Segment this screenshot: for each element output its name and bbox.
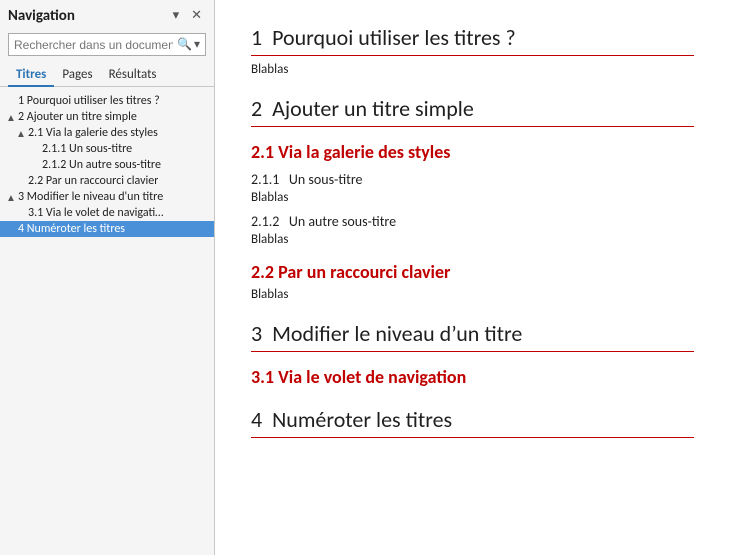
nav-dropdown-icon[interactable]: ▾ <box>169 6 184 25</box>
label-h3-211: 2.1.1 Un sous-titre <box>42 142 132 156</box>
doc-heading-2-1-1: 2.1.1 Un sous-titre <box>251 171 694 188</box>
toggle-h1-3: ▲ <box>4 191 18 204</box>
nav-header-icons: ▾ ✕ <box>169 6 206 25</box>
search-dropdown-icon: ▾ <box>194 37 200 52</box>
search-icon-area[interactable]: 🔍 ▾ <box>177 37 200 52</box>
doc-heading-2-2: 2.2 Par un raccourci clavier <box>251 261 694 283</box>
doc-heading-4: 4 Numéroter les titres <box>251 406 694 438</box>
doc-body-211: Blablas <box>251 190 694 205</box>
tree-item-h3-211[interactable]: 2.1.1 Un sous-titre <box>0 141 214 157</box>
label-h3-212: 2.1.2 Un autre sous-titre <box>42 158 161 172</box>
nav-header: Navigation ▾ ✕ <box>0 0 214 29</box>
doc-body-22: Blablas <box>251 287 694 302</box>
doc-heading-1: 1 Pourquoi utiliser les titres ? <box>251 24 694 56</box>
label-h2-22: 2.2 Par un raccourci clavier <box>28 174 158 188</box>
doc-heading-2-1-2: 2.1.2 Un autre sous-titre <box>251 213 694 230</box>
tab-pages[interactable]: Pages <box>54 62 100 86</box>
label-h1-4: 4 Numéroter les titres <box>18 222 125 236</box>
search-box-container: 🔍 ▾ <box>0 29 214 62</box>
label-h1-1: 1 Pourquoi utiliser les titres ? <box>18 94 160 108</box>
tree-item-h2-31[interactable]: 3.1 Via le volet de navigati… <box>0 205 214 221</box>
doc-body-212: Blablas <box>251 232 694 247</box>
label-h1-3: 3 Modifier le niveau d'un titre <box>18 190 163 204</box>
doc-heading-2: 2 Ajouter un titre simple <box>251 95 694 127</box>
tree-item-h1-3[interactable]: ▲ 3 Modifier le niveau d'un titre <box>0 189 214 205</box>
label-h2-31: 3.1 Via le volet de navigati… <box>28 206 163 220</box>
doc-panel: 1 Pourquoi utiliser les titres ? Blablas… <box>215 0 730 555</box>
nav-close-icon[interactable]: ✕ <box>187 6 206 25</box>
nav-tabs: Titres Pages Résultats <box>0 62 214 87</box>
tree-item-h3-212[interactable]: 2.1.2 Un autre sous-titre <box>0 157 214 173</box>
nav-title: Navigation <box>8 7 75 25</box>
search-box: 🔍 ▾ <box>8 33 206 56</box>
toggle-h2-21: ▲ <box>14 127 28 140</box>
doc-body-1: Blablas <box>251 62 694 77</box>
nav-panel: Navigation ▾ ✕ 🔍 ▾ Titres Pages Résultat… <box>0 0 215 555</box>
search-icon: 🔍 <box>177 37 192 52</box>
tab-resultats[interactable]: Résultats <box>101 62 165 86</box>
tree-item-h1-2[interactable]: ▲ 2 Ajouter un titre simple <box>0 109 214 125</box>
doc-heading-3-1: 3.1 Via le volet de navigation <box>251 366 694 388</box>
tree-item-h1-4[interactable]: 4 Numéroter les titres <box>0 221 214 237</box>
nav-tree: 1 Pourquoi utiliser les titres ? ▲ 2 Ajo… <box>0 87 214 555</box>
doc-heading-3: 3 Modifier le niveau d’un titre <box>251 320 694 352</box>
doc-heading-2-1: 2.1 Via la galerie des styles <box>251 141 694 163</box>
tree-item-h2-21[interactable]: ▲ 2.1 Via la galerie des styles <box>0 125 214 141</box>
label-h1-2: 2 Ajouter un titre simple <box>18 110 137 124</box>
toggle-h1-2: ▲ <box>4 111 18 124</box>
tree-item-h2-22[interactable]: 2.2 Par un raccourci clavier <box>0 173 214 189</box>
search-input[interactable] <box>14 38 173 52</box>
tree-item-h1-1[interactable]: 1 Pourquoi utiliser les titres ? <box>0 93 214 109</box>
tab-titres[interactable]: Titres <box>8 62 54 86</box>
label-h2-21: 2.1 Via la galerie des styles <box>28 126 158 140</box>
